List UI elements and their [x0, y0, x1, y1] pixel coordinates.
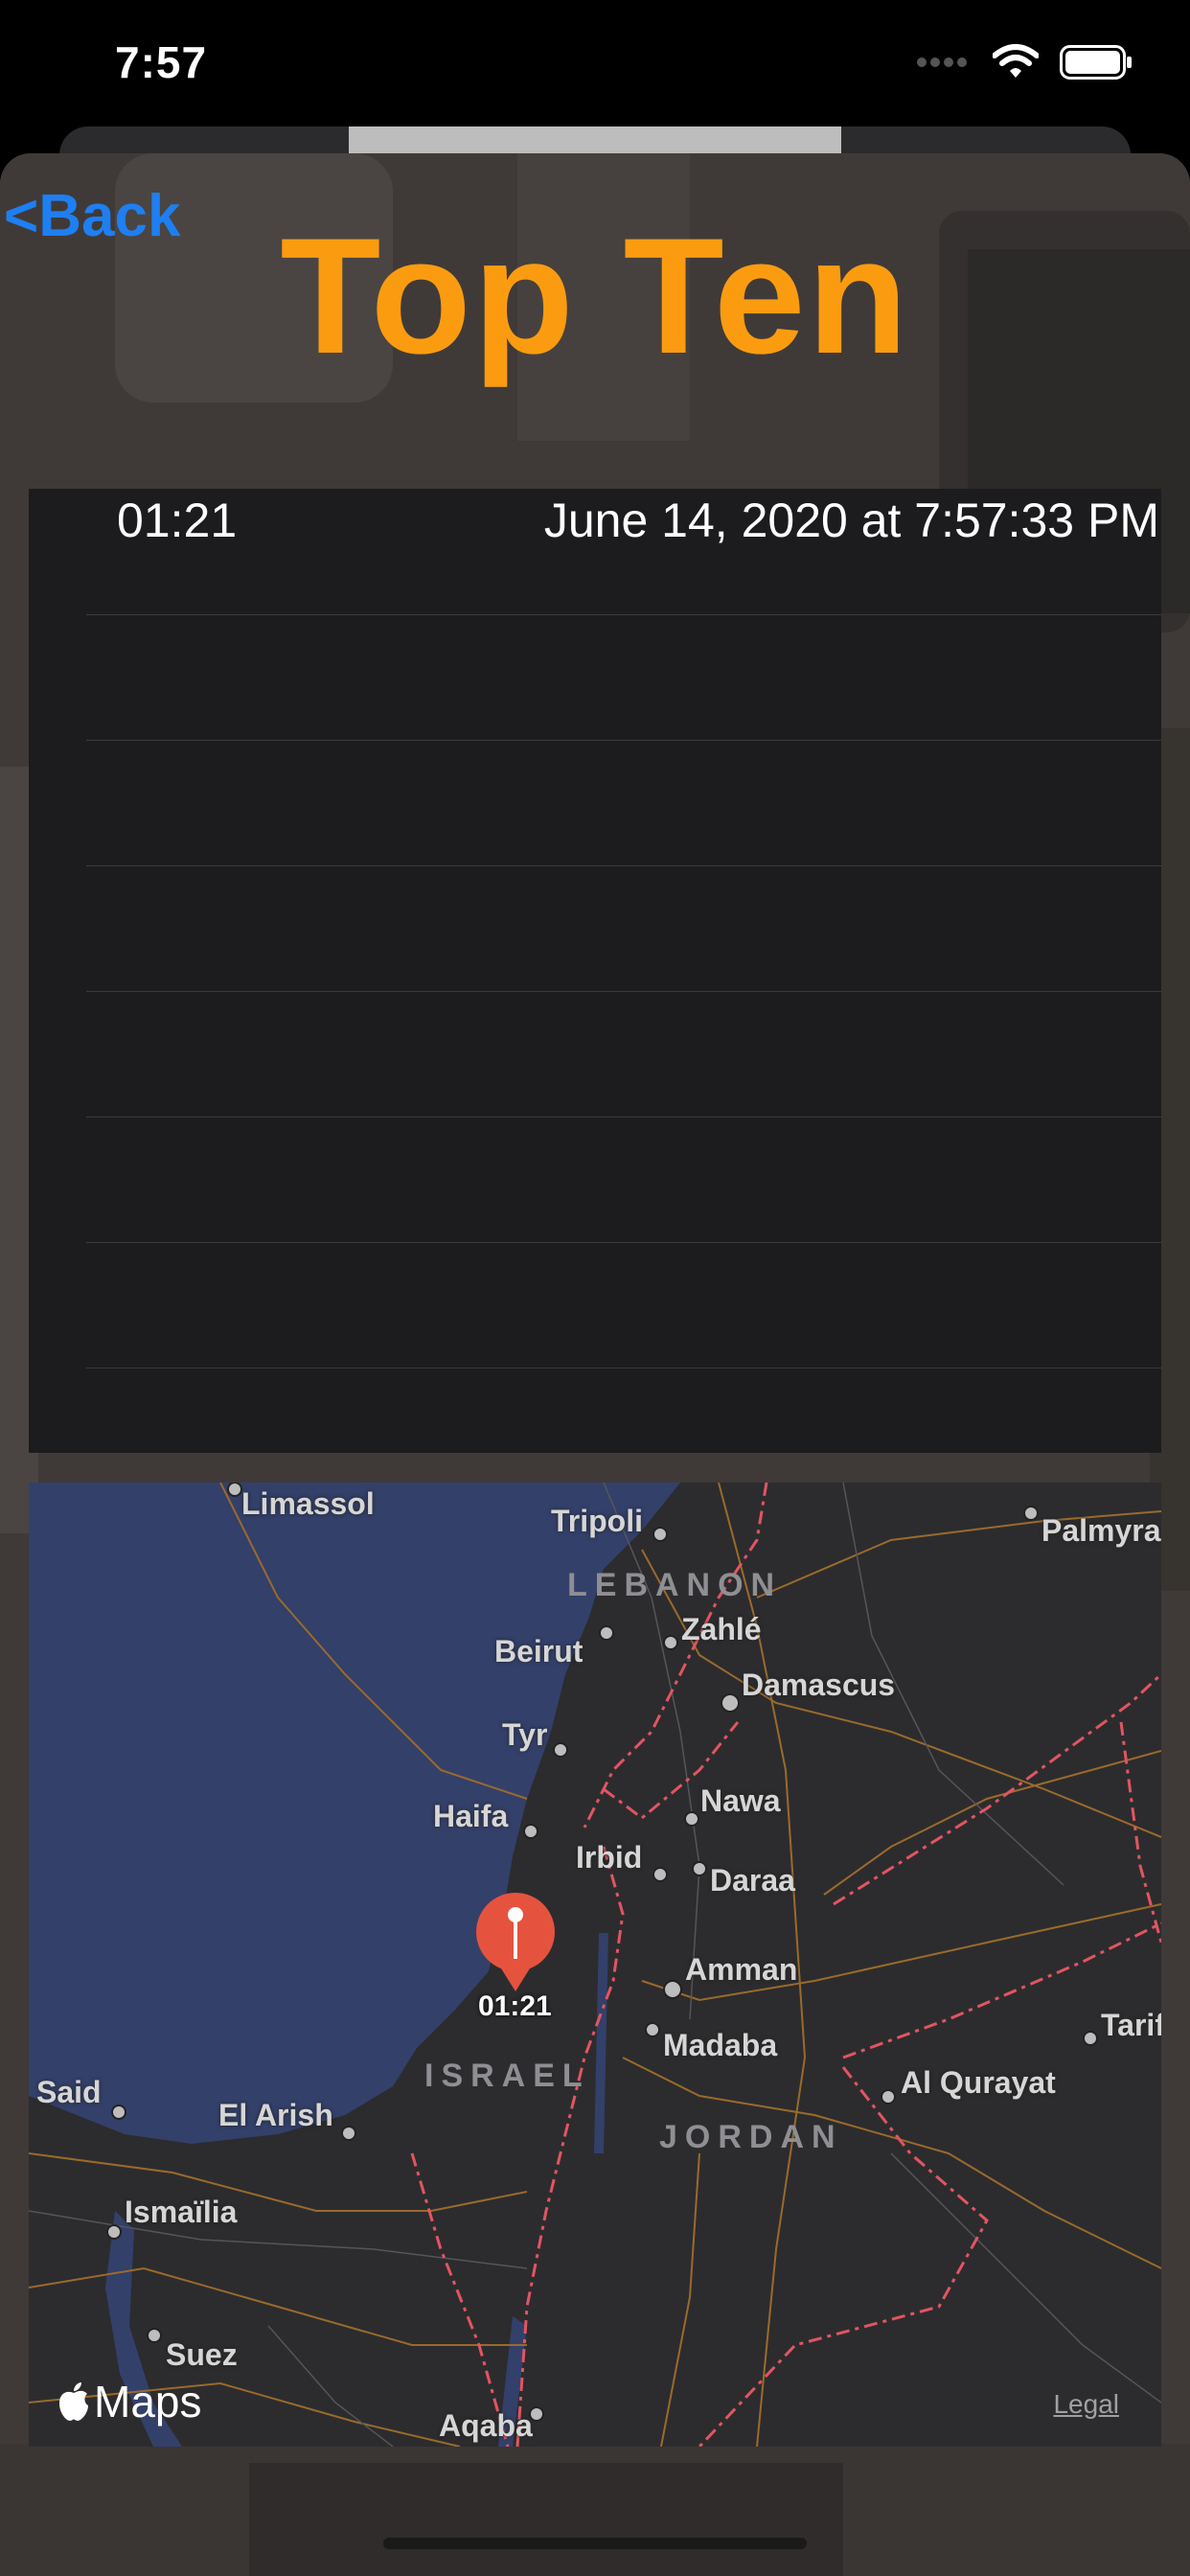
- status-time: 7:57: [115, 37, 208, 87]
- map-view[interactable]: Limassol Tripoli Palmyra Zahlé Beirut Da…: [29, 1483, 1161, 2447]
- map-country-jordan: JORDAN: [659, 2119, 843, 2155]
- table-row[interactable]: [86, 991, 1161, 1117]
- map-label-madaba: Madaba: [663, 2028, 778, 2062]
- signal-icon: [917, 58, 967, 67]
- map-label-nawa: Nawa: [700, 1783, 781, 1818]
- map-label-limassol: Limassol: [241, 1486, 375, 1521]
- map-label-beirut: Beirut: [494, 1634, 584, 1668]
- maps-attribution: Maps: [57, 2376, 201, 2427]
- map-label-haifa: Haifa: [433, 1799, 509, 1833]
- map-label-ismailia: Ismaïlia: [125, 2195, 238, 2229]
- map-label-daraa: Daraa: [710, 1863, 795, 1898]
- table-row[interactable]: 01:21 June 14, 2020 at 7:57:33 PM: [86, 489, 1161, 615]
- map-label-damascus: Damascus: [742, 1668, 896, 1702]
- map-label-said: Said: [36, 2075, 102, 2109]
- table-row[interactable]: [86, 865, 1161, 992]
- map-country-israel: ISRAEL: [424, 2058, 590, 2094]
- sheet-grabber[interactable]: [349, 126, 841, 153]
- scores-table[interactable]: 01:21 June 14, 2020 at 7:57:33 PM: [29, 489, 1161, 1453]
- home-indicator[interactable]: [383, 2538, 807, 2549]
- map-label-palmyra: Palmyra: [1041, 1513, 1161, 1548]
- page-title: Top Ten: [280, 204, 910, 388]
- score-time: 01:21: [117, 494, 238, 547]
- map-label-tarif: Tarif: [1101, 2008, 1161, 2042]
- status-bar: 7:57: [0, 0, 1190, 134]
- map-label-aqaba: Aqaba: [439, 2408, 533, 2443]
- table-row[interactable]: [86, 614, 1161, 741]
- map-label-zahle: Zahlé: [681, 1612, 762, 1646]
- map-country-lebanon: LEBANON: [567, 1567, 783, 1603]
- maps-brand-text: Maps: [94, 2377, 202, 2426]
- top-ten-sheet: <Back Top Ten 01:21 June 14, 2020 at 7:5…: [0, 153, 1190, 2576]
- map-terrain: [29, 1483, 1161, 2447]
- map-label-irbid: Irbid: [576, 1840, 643, 1874]
- map-label-el-arish: El Arish: [218, 2098, 333, 2132]
- legal-link[interactable]: Legal: [1053, 2389, 1119, 2420]
- battery-icon: [1060, 45, 1132, 80]
- map-label-al-qurayat: Al Qurayat: [901, 2065, 1056, 2100]
- map-label-tripoli: Tripoli: [551, 1504, 643, 1538]
- score-date: June 14, 2020 at 7:57:33 PM: [543, 494, 1159, 547]
- map-pin-label: 01:21: [478, 1990, 552, 2022]
- map-pin-icon[interactable]: [472, 1892, 559, 1997]
- map-label-suez: Suez: [166, 2337, 238, 2372]
- table-row[interactable]: [86, 740, 1161, 866]
- table-row[interactable]: [86, 1242, 1161, 1368]
- apple-logo-icon: [59, 2382, 88, 2421]
- status-icons: [916, 44, 1133, 80]
- wifi-icon: [993, 44, 1039, 78]
- table-row[interactable]: [86, 1116, 1161, 1243]
- map-label-amman: Amman: [685, 1952, 798, 1987]
- map-label-tyr: Tyr: [502, 1717, 548, 1752]
